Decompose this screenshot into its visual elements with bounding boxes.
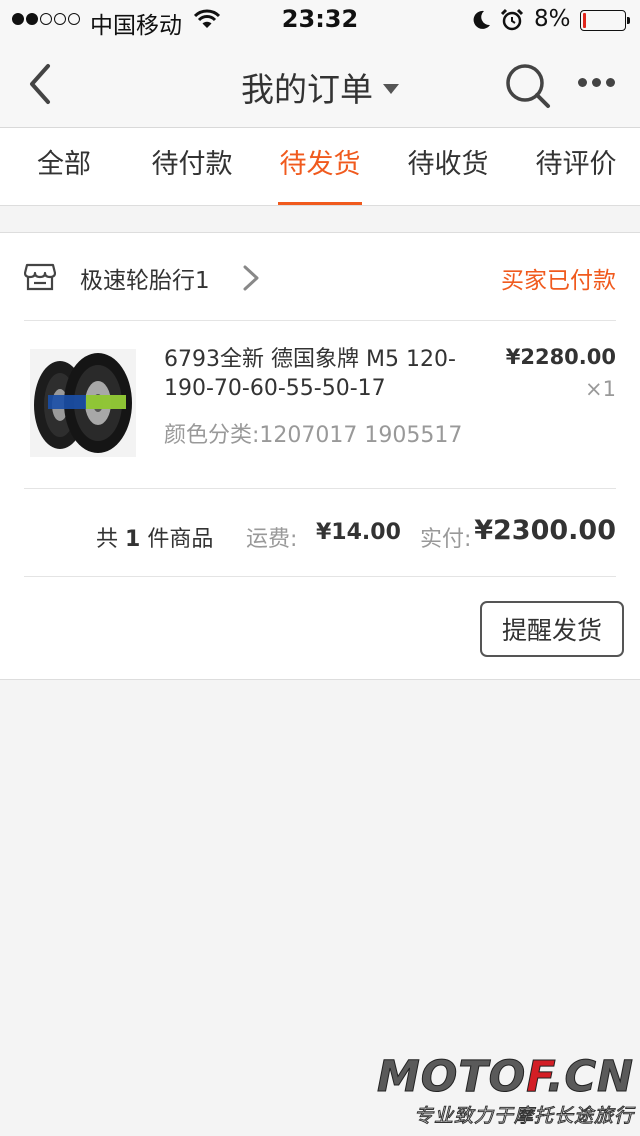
freight-amount: ¥14.00 bbox=[316, 520, 401, 545]
alarm-icon bbox=[500, 8, 524, 31]
product-price: ¥2280.00 bbox=[505, 345, 616, 369]
product-thumbnail bbox=[30, 349, 136, 457]
item-count: 共 1 件商品 bbox=[96, 527, 214, 552]
shop-name: 极速轮胎行1 bbox=[80, 268, 210, 294]
watermark-tagline: 专业致力于摩托长途旅行 bbox=[413, 1105, 634, 1128]
paid-label: 实付: bbox=[420, 527, 472, 552]
shop-header[interactable]: 极速轮胎行1 买家已付款 bbox=[24, 233, 616, 321]
order-card: 极速轮胎行1 买家已付款 6793全新 德国象牌 M5 120-190-70-6… bbox=[0, 232, 640, 680]
battery-percentage: 8% bbox=[534, 6, 571, 32]
freight-label: 运费: bbox=[246, 527, 298, 552]
tab-pending-review[interactable]: 待评价 bbox=[512, 128, 640, 205]
tab-pending-shipment[interactable]: 待发货 bbox=[256, 128, 384, 205]
product-variant: 颜色分类:1207017 1905517 bbox=[164, 423, 463, 448]
search-icon[interactable] bbox=[504, 62, 552, 110]
battery-icon bbox=[580, 10, 630, 31]
product-title: 6793全新 德国象牌 M5 120-190-70-60-55-50-17 bbox=[164, 347, 456, 401]
dropdown-caret-icon bbox=[383, 84, 399, 94]
shop-icon bbox=[24, 263, 56, 291]
paid-amount: ¥2300.00 bbox=[474, 515, 616, 546]
order-summary: 共 1 件商品 运费: ¥14.00 实付: ¥2300.00 bbox=[24, 489, 616, 577]
tab-all[interactable]: 全部 bbox=[0, 128, 128, 205]
do-not-disturb-icon bbox=[473, 10, 490, 29]
page-title: 我的订单 bbox=[241, 70, 373, 109]
watermark-logo: MOTOF.CN bbox=[376, 1052, 634, 1102]
battery-level bbox=[583, 13, 586, 28]
status-bar: 中国移动 23:32 8% bbox=[0, 0, 640, 40]
order-status-label: 买家已付款 bbox=[501, 268, 616, 294]
tab-pending-receipt[interactable]: 待收货 bbox=[384, 128, 512, 205]
navigation-bar: 我的订单 bbox=[0, 40, 640, 128]
order-item[interactable]: 6793全新 德国象牌 M5 120-190-70-60-55-50-17 颜色… bbox=[24, 321, 616, 489]
chevron-right-icon bbox=[243, 265, 259, 291]
more-icon[interactable] bbox=[578, 78, 615, 87]
site-watermark: MOTOF.CN 专业致力于摩托长途旅行 bbox=[376, 1052, 634, 1128]
product-quantity: ×1 bbox=[585, 377, 616, 401]
remind-shipment-button[interactable]: 提醒发货 bbox=[480, 601, 624, 657]
tab-pending-payment[interactable]: 待付款 bbox=[128, 128, 256, 205]
order-status-tabs: 全部 待付款 待发货 待收货 待评价 bbox=[0, 128, 640, 206]
